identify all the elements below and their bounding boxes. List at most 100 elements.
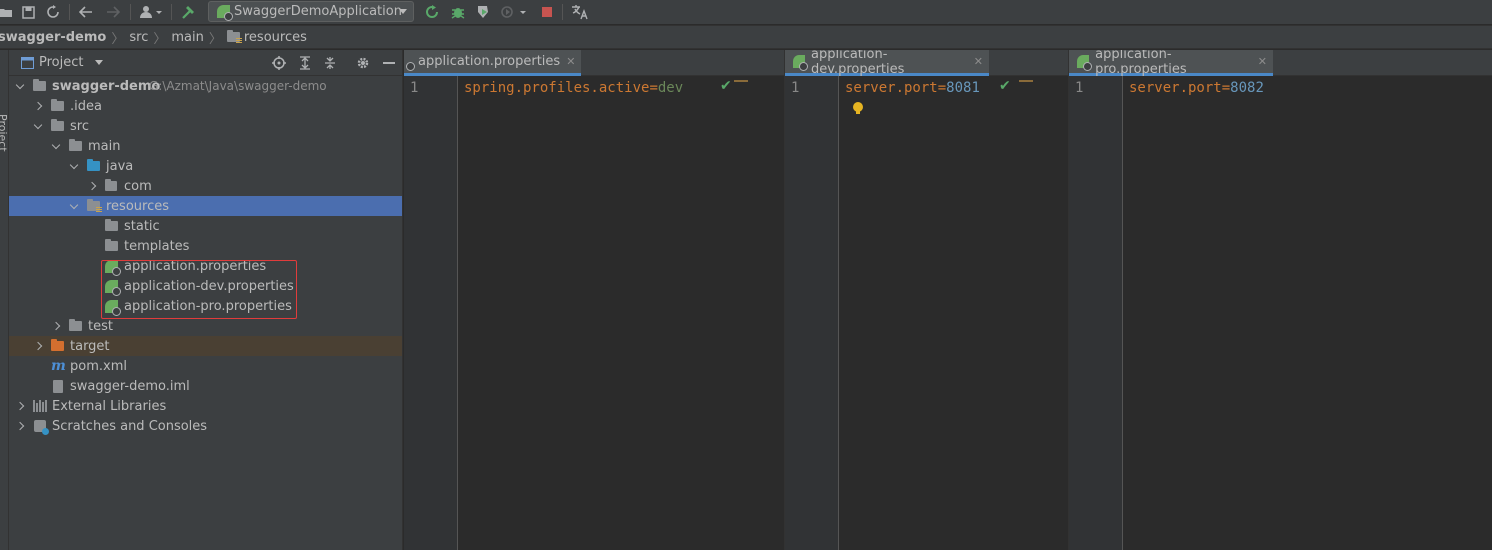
editor-tab[interactable]: application.properties ✕	[404, 50, 581, 76]
chevron-right-icon[interactable]	[51, 321, 61, 331]
run-with-coverage-icon[interactable]	[474, 3, 492, 21]
chevron-right-icon[interactable]	[15, 401, 25, 411]
chevron-down-icon[interactable]	[15, 81, 25, 91]
breadcrumb-item-resources[interactable]: resources	[244, 30, 307, 45]
close-icon[interactable]: ✕	[566, 55, 575, 68]
checkmark-icon: ✔	[999, 78, 1011, 94]
tree-item-pom-xml[interactable]: m pom.xml	[9, 356, 402, 376]
module-folder-icon	[33, 79, 50, 91]
editor-tab[interactable]: application-dev.properties ✕	[785, 50, 989, 77]
tree-item-label: application-pro.properties	[124, 298, 292, 314]
tree-item-external-libraries[interactable]: External Libraries	[9, 396, 402, 416]
tree-item-label: swagger-demo	[52, 78, 161, 94]
editor-tab-label: application-pro.properties	[1095, 50, 1187, 77]
line-number: 1	[1075, 80, 1084, 96]
chevron-right-icon[interactable]	[33, 101, 43, 111]
save-icon[interactable]	[19, 3, 37, 21]
editor-gutter	[785, 76, 839, 550]
user-dropdown-icon[interactable]	[139, 3, 165, 21]
project-tool-window-button[interactable]: Project	[0, 114, 9, 152]
tree-item-label: test	[88, 318, 113, 334]
rerun-icon[interactable]	[423, 3, 441, 21]
tree-item-iml[interactable]: swagger-demo.iml	[9, 376, 402, 396]
library-icon	[33, 400, 47, 412]
breadcrumb-item-main[interactable]: main	[171, 30, 203, 45]
expand-all-icon[interactable]	[296, 54, 314, 72]
tree-item-resources[interactable]: resources	[9, 196, 402, 216]
property-key: server.port	[1129, 80, 1222, 96]
chevron-right-icon[interactable]	[87, 181, 97, 191]
tree-item-label: src	[70, 118, 89, 134]
tree-item-label: application-dev.properties	[124, 278, 294, 294]
tree-item-java[interactable]: java	[9, 156, 402, 176]
open-folder-icon[interactable]	[0, 3, 12, 21]
property-separator: =	[649, 80, 658, 96]
resources-folder-icon	[87, 199, 104, 213]
breadcrumb-item-project[interactable]: swagger-demo	[0, 30, 106, 45]
forward-arrow-icon[interactable]	[104, 3, 122, 21]
build-hammer-icon[interactable]	[179, 3, 197, 21]
scratches-icon	[34, 420, 49, 435]
tree-item-scratches[interactable]: Scratches and Consoles	[9, 416, 402, 436]
translate-icon[interactable]	[570, 3, 590, 21]
editor-pane-application-pro-properties: application-pro.properties ✕ 1 server.po…	[1069, 50, 1492, 550]
chevron-down-icon[interactable]	[33, 121, 43, 131]
tree-item-test[interactable]: test	[9, 316, 402, 336]
debug-bug-icon[interactable]	[449, 3, 467, 21]
stop-icon[interactable]	[538, 3, 556, 21]
property-key: server.port	[845, 80, 938, 96]
tree-item-idea[interactable]: .idea	[9, 96, 402, 116]
code-line[interactable]: server.port=8081	[845, 80, 980, 96]
close-icon[interactable]: ✕	[1258, 55, 1267, 68]
project-tool-window: Project swagger-demo G:\Azmat\Java\swagg…	[9, 50, 403, 550]
tree-item-label: static	[124, 218, 160, 234]
tree-item-target[interactable]: target	[9, 336, 402, 356]
property-value: dev	[657, 80, 684, 96]
chevron-down-icon[interactable]	[95, 60, 104, 65]
profiler-dropdown-icon[interactable]	[499, 3, 529, 21]
tree-item-label: java	[106, 158, 134, 174]
chevron-right-icon[interactable]	[15, 421, 25, 431]
chevron-right-icon[interactable]	[33, 341, 43, 351]
tree-item-label: com	[124, 178, 152, 194]
scroll-marker	[734, 80, 748, 82]
sync-icon[interactable]	[44, 3, 62, 21]
editor-tab[interactable]: application-pro.properties ✕	[1069, 50, 1273, 77]
tree-item-com[interactable]: com	[9, 176, 402, 196]
code-line[interactable]: spring.profiles.active=dev	[464, 80, 683, 96]
package-icon	[105, 179, 121, 191]
tree-item-application-dev-properties[interactable]: application-dev.properties	[9, 276, 402, 296]
gear-icon[interactable]	[354, 54, 372, 72]
hide-panel-icon[interactable]	[380, 54, 398, 72]
lightbulb-icon[interactable]	[853, 102, 863, 114]
left-tool-stripe: Project	[0, 50, 9, 550]
tree-item-project-root[interactable]: swagger-demo G:\Azmat\Java\swagger-demo	[9, 76, 402, 96]
tree-item-label: Scratches and Consoles	[52, 418, 208, 434]
property-separator: =	[1221, 80, 1231, 96]
chevron-down-icon	[399, 9, 407, 14]
editor-pane-application-dev-properties: application-dev.properties ✕ 1 server.po…	[785, 50, 1068, 550]
tree-item-application-pro-properties[interactable]: application-pro.properties	[9, 296, 402, 316]
chevron-down-icon[interactable]	[69, 201, 79, 211]
chevron-down-icon[interactable]	[69, 161, 79, 171]
spring-properties-icon	[793, 55, 808, 71]
back-arrow-icon[interactable]	[77, 3, 95, 21]
locate-file-icon[interactable]	[270, 54, 288, 72]
close-icon[interactable]: ✕	[974, 55, 983, 68]
tree-item-main[interactable]: main	[9, 136, 402, 156]
tree-item-application-properties[interactable]: application.properties	[9, 256, 402, 276]
editor-pane-application-properties: application.properties ✕ 1 spring.profil…	[404, 50, 784, 550]
project-view-selector[interactable]: Project	[39, 55, 83, 70]
chevron-down-icon[interactable]	[51, 141, 61, 151]
code-line[interactable]: server.port=8082	[1129, 80, 1264, 96]
tree-item-label: pom.xml	[70, 358, 127, 374]
tree-item-static[interactable]: static	[9, 216, 402, 236]
breadcrumb-item-src[interactable]: src	[129, 30, 148, 45]
tree-item-label: main	[88, 138, 121, 154]
tree-item-templates[interactable]: templates	[9, 236, 402, 256]
collapse-all-icon[interactable]	[321, 54, 339, 72]
tree-item-src[interactable]: src	[9, 116, 402, 136]
line-number: 1	[791, 80, 800, 96]
run-configuration-dropdown[interactable]: SwaggerDemoApplication	[208, 1, 414, 22]
tree-item-label: application.properties	[124, 258, 267, 274]
